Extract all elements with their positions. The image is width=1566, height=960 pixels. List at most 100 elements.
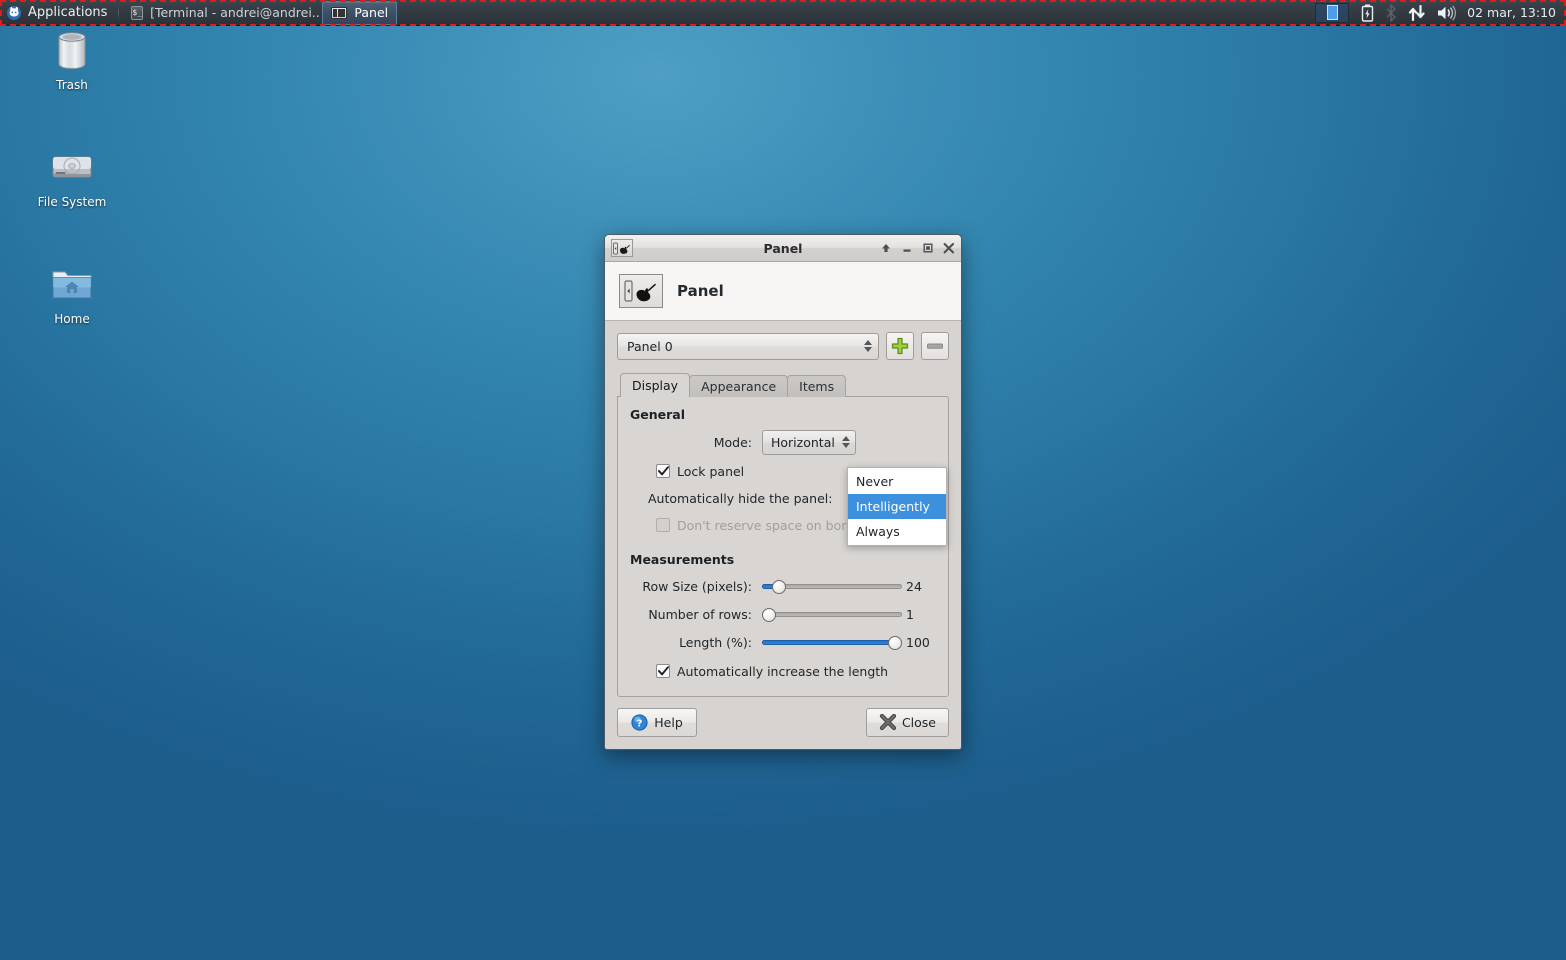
length-value: 100 bbox=[906, 635, 932, 650]
task-button-terminal-label: [Terminal - andrei@andrei... bbox=[150, 5, 322, 20]
tab-items[interactable]: Items bbox=[787, 375, 846, 397]
trash-icon bbox=[48, 26, 96, 74]
task-button-terminal[interactable]: $_ [Terminal - andrei@andrei... bbox=[122, 1, 322, 25]
auto-increase-checkbox[interactable] bbox=[656, 664, 670, 678]
rows-slider[interactable] bbox=[762, 606, 902, 624]
clock[interactable]: 02 mar, 13:10 bbox=[1467, 5, 1566, 20]
desktop: Applications $_ [Terminal - andrei@andre… bbox=[0, 0, 1566, 960]
length-slider[interactable] bbox=[762, 634, 902, 652]
panel-selector-row: Panel 0 bbox=[617, 332, 949, 360]
desktop-icon-trash[interactable]: Trash bbox=[26, 26, 118, 92]
dialog-header-title: Panel bbox=[677, 282, 724, 300]
panel-window-icon bbox=[611, 239, 633, 257]
workspace-1[interactable] bbox=[1315, 3, 1349, 23]
help-icon: ? bbox=[631, 714, 648, 731]
shade-button[interactable] bbox=[875, 238, 896, 259]
desktop-icon-trash-label: Trash bbox=[56, 79, 88, 92]
mode-combo[interactable]: Horizontal bbox=[762, 430, 856, 455]
applications-menu-label: Applications bbox=[28, 5, 107, 20]
reserve-space-label: Don't reserve space on bord bbox=[677, 518, 854, 533]
workspace-switcher[interactable] bbox=[1315, 2, 1349, 24]
length-row: Length (%): 100 bbox=[630, 630, 936, 655]
bluetooth-icon[interactable] bbox=[1385, 4, 1397, 22]
dialog-tabs: Display Appearance Items bbox=[617, 373, 949, 397]
help-button-label: Help bbox=[654, 715, 683, 730]
row-size-slider[interactable] bbox=[762, 578, 902, 596]
dialog-header: Panel bbox=[605, 262, 961, 321]
help-button[interactable]: ? Help bbox=[617, 708, 697, 737]
desktop-icon-filesystem-label: File System bbox=[38, 196, 107, 209]
dialog-action-bar: ? Help Close bbox=[605, 697, 961, 749]
rows-knob[interactable] bbox=[762, 608, 776, 622]
row-size-value: 24 bbox=[906, 579, 932, 594]
autohide-label: Automatically hide the panel: bbox=[648, 491, 832, 506]
workspace-window-preview bbox=[1327, 5, 1338, 20]
remove-panel-button[interactable] bbox=[921, 332, 949, 360]
mode-spinner-arrows-icon[interactable] bbox=[842, 436, 850, 448]
add-panel-button[interactable] bbox=[886, 332, 914, 360]
top-panel: Applications $_ [Terminal - andrei@andre… bbox=[0, 0, 1566, 26]
autohide-option-never[interactable]: Never bbox=[848, 469, 946, 494]
dialog-titlebar[interactable]: Panel bbox=[605, 235, 961, 262]
rows-trough bbox=[762, 612, 902, 617]
close-button-label: Close bbox=[902, 715, 936, 730]
mode-label: Mode: bbox=[630, 435, 762, 450]
close-x-icon bbox=[879, 714, 896, 731]
spinner-arrows-icon[interactable] bbox=[864, 340, 872, 352]
rows-label: Number of rows: bbox=[630, 607, 762, 622]
length-label: Length (%): bbox=[630, 635, 762, 650]
autohide-dropdown-popup[interactable]: Never Intelligently Always bbox=[847, 467, 947, 546]
svg-text:?: ? bbox=[637, 718, 643, 729]
autohide-option-intelligently-label: Intelligently bbox=[856, 499, 930, 514]
autohide-option-always[interactable]: Always bbox=[848, 519, 946, 544]
close-icon[interactable] bbox=[938, 238, 959, 259]
minimize-button[interactable] bbox=[896, 238, 917, 259]
panel-preferences-dialog: Panel bbox=[604, 234, 962, 750]
maximize-button[interactable] bbox=[917, 238, 938, 259]
window-buttons: $_ [Terminal - andrei@andrei... Panel bbox=[122, 0, 397, 26]
applications-menu-button[interactable]: Applications bbox=[0, 0, 115, 26]
desktop-icon-home-label: Home bbox=[54, 313, 89, 326]
tab-items-label: Items bbox=[799, 379, 834, 394]
mode-value: Horizontal bbox=[771, 435, 835, 450]
autohide-option-always-label: Always bbox=[856, 524, 900, 539]
measurements-section-label: Measurements bbox=[630, 552, 936, 567]
autohide-option-never-label: Never bbox=[856, 474, 893, 489]
system-tray bbox=[1353, 4, 1467, 22]
lock-panel-checkbox[interactable] bbox=[656, 464, 670, 478]
row-size-knob[interactable] bbox=[772, 580, 786, 594]
length-knob[interactable] bbox=[888, 636, 902, 650]
tab-display[interactable]: Display bbox=[620, 373, 690, 397]
row-size-label: Row Size (pixels): bbox=[630, 579, 762, 594]
close-button[interactable]: Close bbox=[866, 708, 949, 737]
autohide-option-intelligently[interactable]: Intelligently bbox=[848, 494, 946, 519]
tab-display-label: Display bbox=[632, 378, 678, 393]
rows-value: 1 bbox=[906, 607, 932, 622]
home-folder-icon bbox=[48, 260, 96, 308]
tab-appearance-label: Appearance bbox=[701, 379, 776, 394]
display-tab-page: General Mode: Horizontal Lock panel Auto bbox=[617, 396, 949, 697]
panel-selector-value: Panel 0 bbox=[627, 339, 864, 354]
battery-icon[interactable] bbox=[1361, 4, 1374, 22]
auto-increase-label: Automatically increase the length bbox=[677, 664, 888, 679]
xfce-mouse-icon bbox=[6, 5, 22, 20]
lock-panel-label: Lock panel bbox=[677, 464, 744, 479]
dialog-body: Panel 0 Display bbox=[605, 321, 961, 697]
panel-selector-combo[interactable]: Panel 0 bbox=[617, 333, 879, 360]
rows-row: Number of rows: 1 bbox=[630, 602, 936, 627]
tab-appearance[interactable]: Appearance bbox=[689, 375, 788, 397]
harddisk-icon bbox=[48, 143, 96, 191]
network-updown-icon[interactable] bbox=[1408, 5, 1426, 21]
row-size-row: Row Size (pixels): 24 bbox=[630, 574, 936, 599]
auto-increase-row[interactable]: Automatically increase the length bbox=[630, 658, 936, 684]
panel-header-icon bbox=[619, 274, 663, 308]
task-button-panel[interactable]: Panel bbox=[322, 1, 397, 25]
desktop-icon-filesystem[interactable]: File System bbox=[26, 143, 118, 209]
desktop-icon-home[interactable]: Home bbox=[26, 260, 118, 326]
length-fill bbox=[762, 640, 895, 645]
general-section-label: General bbox=[630, 407, 936, 422]
panel-icon bbox=[331, 7, 347, 19]
terminal-icon: $_ bbox=[131, 6, 143, 20]
volume-icon[interactable] bbox=[1437, 5, 1457, 21]
reserve-space-checkbox bbox=[656, 518, 670, 532]
